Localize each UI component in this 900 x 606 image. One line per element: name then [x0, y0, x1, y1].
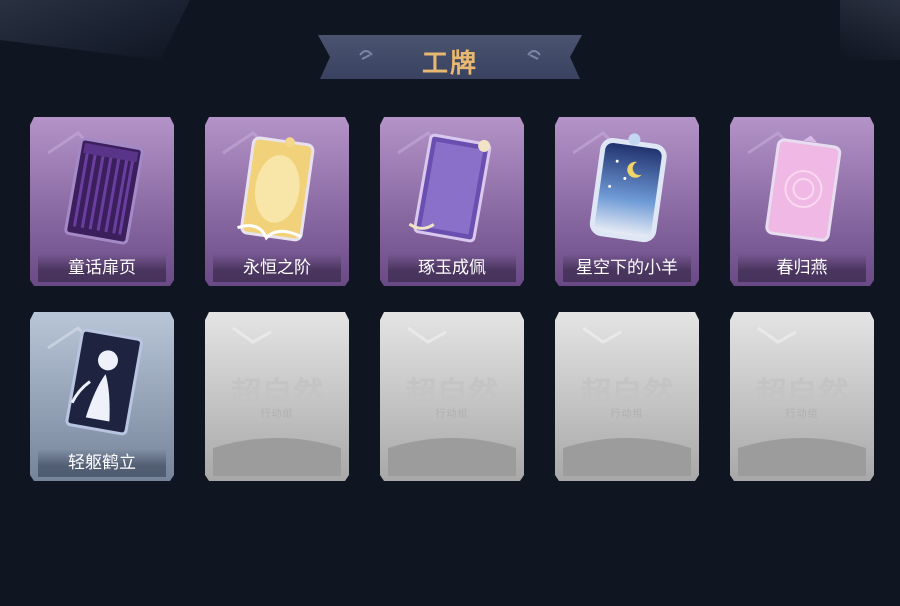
badge-card[interactable]: 轻躯鹤立: [28, 308, 176, 483]
card-label: 春归燕: [738, 254, 866, 282]
locked-placeholder-subtitle: 行动组: [435, 409, 469, 420]
badge-card-locked[interactable]: 超自然 行动组: [203, 308, 351, 483]
background-corner-decoration: [0, 0, 190, 60]
pink-blossom-card-art: [765, 135, 842, 242]
badge-card-locked[interactable]: 超自然 行动组: [378, 308, 526, 483]
golden-feather-card-art: [237, 136, 315, 242]
badge-card[interactable]: 琢玉成佩: [378, 113, 526, 288]
card-label: 琢玉成佩: [388, 254, 516, 282]
page-title: 工牌: [421, 49, 478, 79]
locked-placeholder-subtitle: 行动组: [785, 409, 819, 420]
violet-flower-card-art: [408, 133, 492, 243]
background-corner-decoration-right: [840, 0, 900, 60]
badge-card[interactable]: 春归燕: [728, 113, 876, 288]
badge-card[interactable]: 永恒之阶: [203, 113, 351, 288]
badge-card[interactable]: 星空下的小羊: [553, 113, 701, 288]
badge-card[interactable]: 童话扉页: [28, 113, 176, 288]
badge-card-locked[interactable]: 超自然 行动组: [553, 308, 701, 483]
card-label: 永恒之阶: [213, 254, 341, 282]
silhouette-card-art: [65, 328, 143, 436]
card-label: 童话扉页: [38, 254, 166, 282]
card-label: 轻躯鹤立: [38, 449, 166, 477]
starry-sheep-card-art: [589, 133, 667, 243]
locked-placeholder-subtitle: 行动组: [260, 409, 294, 420]
card-label: 星空下的小羊: [563, 254, 691, 282]
badge-card-locked[interactable]: 超自然 行动组: [728, 308, 876, 483]
title-banner: 工牌: [318, 33, 582, 81]
dark-purple-curtain-card-art: [64, 137, 144, 245]
locked-placeholder-subtitle: 行动组: [610, 409, 644, 420]
